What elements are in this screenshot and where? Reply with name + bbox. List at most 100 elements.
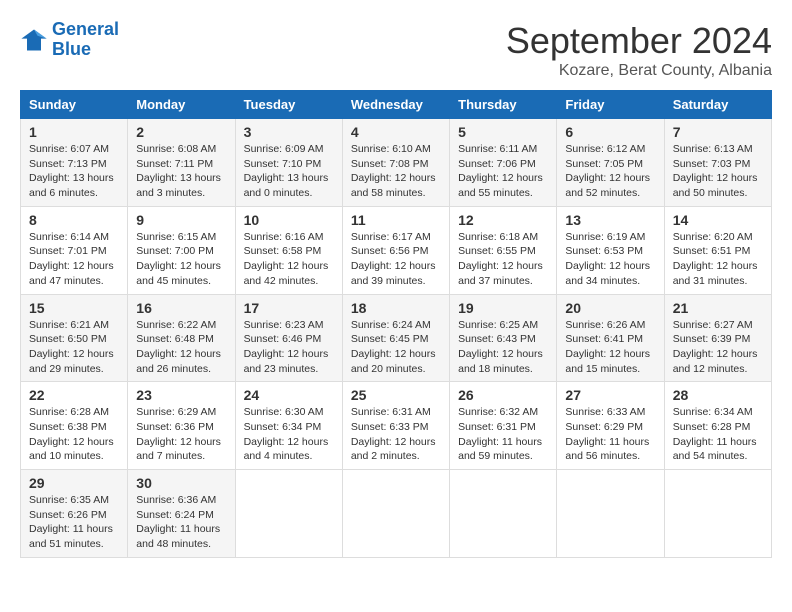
day-info: Sunrise: 6:31 AM Sunset: 6:33 PM Dayligh… xyxy=(351,405,441,464)
calendar-header-row: SundayMondayTuesdayWednesdayThursdayFrid… xyxy=(21,91,772,119)
day-number: 18 xyxy=(351,300,441,316)
day-info: Sunrise: 6:20 AM Sunset: 6:51 PM Dayligh… xyxy=(673,230,763,289)
day-number: 7 xyxy=(673,124,763,140)
day-info: Sunrise: 6:18 AM Sunset: 6:55 PM Dayligh… xyxy=(458,230,548,289)
calendar-cell: 17 Sunrise: 6:23 AM Sunset: 6:46 PM Dayl… xyxy=(235,294,342,382)
day-info: Sunrise: 6:27 AM Sunset: 6:39 PM Dayligh… xyxy=(673,318,763,377)
calendar-cell: 21 Sunrise: 6:27 AM Sunset: 6:39 PM Dayl… xyxy=(664,294,771,382)
day-info: Sunrise: 6:24 AM Sunset: 6:45 PM Dayligh… xyxy=(351,318,441,377)
day-info: Sunrise: 6:07 AM Sunset: 7:13 PM Dayligh… xyxy=(29,142,119,201)
calendar-cell: 4 Sunrise: 6:10 AM Sunset: 7:08 PM Dayli… xyxy=(342,119,449,207)
day-number: 21 xyxy=(673,300,763,316)
day-info: Sunrise: 6:28 AM Sunset: 6:38 PM Dayligh… xyxy=(29,405,119,464)
day-number: 28 xyxy=(673,387,763,403)
day-info: Sunrise: 6:34 AM Sunset: 6:28 PM Dayligh… xyxy=(673,405,763,464)
day-info: Sunrise: 6:32 AM Sunset: 6:31 PM Dayligh… xyxy=(458,405,548,464)
day-number: 11 xyxy=(351,212,441,228)
calendar-cell: 27 Sunrise: 6:33 AM Sunset: 6:29 PM Dayl… xyxy=(557,382,664,470)
day-info: Sunrise: 6:26 AM Sunset: 6:41 PM Dayligh… xyxy=(565,318,655,377)
day-info: Sunrise: 6:11 AM Sunset: 7:06 PM Dayligh… xyxy=(458,142,548,201)
day-number: 20 xyxy=(565,300,655,316)
day-info: Sunrise: 6:21 AM Sunset: 6:50 PM Dayligh… xyxy=(29,318,119,377)
day-number: 24 xyxy=(244,387,334,403)
day-number: 17 xyxy=(244,300,334,316)
day-number: 23 xyxy=(136,387,226,403)
day-info: Sunrise: 6:25 AM Sunset: 6:43 PM Dayligh… xyxy=(458,318,548,377)
day-info: Sunrise: 6:35 AM Sunset: 6:26 PM Dayligh… xyxy=(29,493,119,552)
weekday-header: Friday xyxy=(557,91,664,119)
day-info: Sunrise: 6:08 AM Sunset: 7:11 PM Dayligh… xyxy=(136,142,226,201)
day-number: 5 xyxy=(458,124,548,140)
calendar-cell: 29 Sunrise: 6:35 AM Sunset: 6:26 PM Dayl… xyxy=(21,470,128,558)
day-info: Sunrise: 6:36 AM Sunset: 6:24 PM Dayligh… xyxy=(136,493,226,552)
day-number: 6 xyxy=(565,124,655,140)
day-number: 8 xyxy=(29,212,119,228)
day-number: 9 xyxy=(136,212,226,228)
day-number: 3 xyxy=(244,124,334,140)
location: Kozare, Berat County, Albania xyxy=(506,62,772,80)
day-info: Sunrise: 6:10 AM Sunset: 7:08 PM Dayligh… xyxy=(351,142,441,201)
day-info: Sunrise: 6:23 AM Sunset: 6:46 PM Dayligh… xyxy=(244,318,334,377)
calendar-cell: 25 Sunrise: 6:31 AM Sunset: 6:33 PM Dayl… xyxy=(342,382,449,470)
day-info: Sunrise: 6:33 AM Sunset: 6:29 PM Dayligh… xyxy=(565,405,655,464)
day-info: Sunrise: 6:22 AM Sunset: 6:48 PM Dayligh… xyxy=(136,318,226,377)
day-info: Sunrise: 6:17 AM Sunset: 6:56 PM Dayligh… xyxy=(351,230,441,289)
day-number: 30 xyxy=(136,475,226,491)
calendar-cell: 22 Sunrise: 6:28 AM Sunset: 6:38 PM Dayl… xyxy=(21,382,128,470)
calendar-week-row: 1 Sunrise: 6:07 AM Sunset: 7:13 PM Dayli… xyxy=(21,119,772,207)
day-info: Sunrise: 6:13 AM Sunset: 7:03 PM Dayligh… xyxy=(673,142,763,201)
day-number: 4 xyxy=(351,124,441,140)
day-number: 25 xyxy=(351,387,441,403)
day-info: Sunrise: 6:15 AM Sunset: 7:00 PM Dayligh… xyxy=(136,230,226,289)
calendar-week-row: 8 Sunrise: 6:14 AM Sunset: 7:01 PM Dayli… xyxy=(21,206,772,294)
calendar-cell: 8 Sunrise: 6:14 AM Sunset: 7:01 PM Dayli… xyxy=(21,206,128,294)
calendar-cell xyxy=(342,470,449,558)
day-number: 29 xyxy=(29,475,119,491)
logo: General Blue xyxy=(20,20,119,60)
logo-icon xyxy=(20,26,48,54)
day-number: 26 xyxy=(458,387,548,403)
day-number: 15 xyxy=(29,300,119,316)
calendar-cell: 28 Sunrise: 6:34 AM Sunset: 6:28 PM Dayl… xyxy=(664,382,771,470)
logo-text: General Blue xyxy=(52,20,119,60)
calendar-cell: 19 Sunrise: 6:25 AM Sunset: 6:43 PM Dayl… xyxy=(450,294,557,382)
calendar-cell: 16 Sunrise: 6:22 AM Sunset: 6:48 PM Dayl… xyxy=(128,294,235,382)
calendar-cell: 1 Sunrise: 6:07 AM Sunset: 7:13 PM Dayli… xyxy=(21,119,128,207)
calendar-cell: 6 Sunrise: 6:12 AM Sunset: 7:05 PM Dayli… xyxy=(557,119,664,207)
calendar-cell: 13 Sunrise: 6:19 AM Sunset: 6:53 PM Dayl… xyxy=(557,206,664,294)
weekday-header: Thursday xyxy=(450,91,557,119)
calendar-cell: 3 Sunrise: 6:09 AM Sunset: 7:10 PM Dayli… xyxy=(235,119,342,207)
calendar-cell: 18 Sunrise: 6:24 AM Sunset: 6:45 PM Dayl… xyxy=(342,294,449,382)
day-number: 27 xyxy=(565,387,655,403)
calendar-cell: 9 Sunrise: 6:15 AM Sunset: 7:00 PM Dayli… xyxy=(128,206,235,294)
calendar-week-row: 22 Sunrise: 6:28 AM Sunset: 6:38 PM Dayl… xyxy=(21,382,772,470)
title-block: September 2024 Kozare, Berat County, Alb… xyxy=(506,20,772,80)
calendar-cell: 5 Sunrise: 6:11 AM Sunset: 7:06 PM Dayli… xyxy=(450,119,557,207)
calendar-cell: 10 Sunrise: 6:16 AM Sunset: 6:58 PM Dayl… xyxy=(235,206,342,294)
calendar-cell xyxy=(235,470,342,558)
calendar-week-row: 15 Sunrise: 6:21 AM Sunset: 6:50 PM Dayl… xyxy=(21,294,772,382)
calendar-cell: 7 Sunrise: 6:13 AM Sunset: 7:03 PM Dayli… xyxy=(664,119,771,207)
calendar-cell xyxy=(450,470,557,558)
calendar-cell: 2 Sunrise: 6:08 AM Sunset: 7:11 PM Dayli… xyxy=(128,119,235,207)
weekday-header: Tuesday xyxy=(235,91,342,119)
day-info: Sunrise: 6:19 AM Sunset: 6:53 PM Dayligh… xyxy=(565,230,655,289)
day-number: 19 xyxy=(458,300,548,316)
day-number: 1 xyxy=(29,124,119,140)
calendar-cell xyxy=(664,470,771,558)
calendar-cell: 12 Sunrise: 6:18 AM Sunset: 6:55 PM Dayl… xyxy=(450,206,557,294)
calendar-cell: 30 Sunrise: 6:36 AM Sunset: 6:24 PM Dayl… xyxy=(128,470,235,558)
month-title: September 2024 xyxy=(506,20,772,62)
day-info: Sunrise: 6:29 AM Sunset: 6:36 PM Dayligh… xyxy=(136,405,226,464)
weekday-header: Wednesday xyxy=(342,91,449,119)
day-number: 16 xyxy=(136,300,226,316)
calendar-cell: 23 Sunrise: 6:29 AM Sunset: 6:36 PM Dayl… xyxy=(128,382,235,470)
calendar-cell: 26 Sunrise: 6:32 AM Sunset: 6:31 PM Dayl… xyxy=(450,382,557,470)
day-info: Sunrise: 6:12 AM Sunset: 7:05 PM Dayligh… xyxy=(565,142,655,201)
calendar-cell: 20 Sunrise: 6:26 AM Sunset: 6:41 PM Dayl… xyxy=(557,294,664,382)
day-number: 22 xyxy=(29,387,119,403)
day-number: 2 xyxy=(136,124,226,140)
calendar-week-row: 29 Sunrise: 6:35 AM Sunset: 6:26 PM Dayl… xyxy=(21,470,772,558)
page-header: General Blue September 2024 Kozare, Bera… xyxy=(20,20,772,80)
calendar-cell xyxy=(557,470,664,558)
